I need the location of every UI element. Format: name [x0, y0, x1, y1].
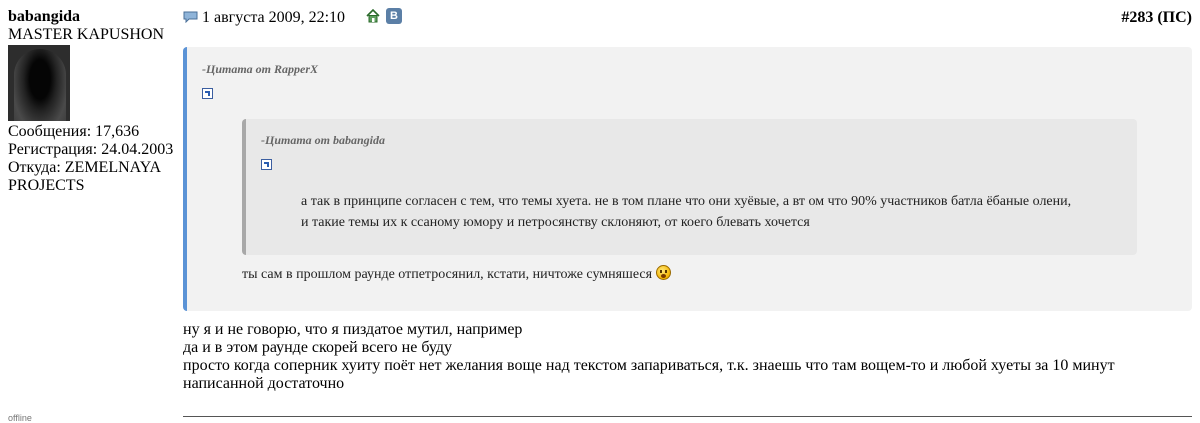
post-body-line: ну я и не говорю, что я пиздатое мутил, … [183, 321, 523, 338]
avatar-hood-image [14, 49, 66, 121]
user-registration-date: Регистрация: 24.04.2003 [8, 141, 174, 158]
quote-outer-reply-text: ты сам в прошлом раунде отпетросянил, кс… [242, 267, 653, 282]
user-title: MASTER KAPUSHON [8, 26, 165, 43]
post-number-suffix: ) [1186, 9, 1192, 26]
post-body-line: написанной достаточно [183, 375, 345, 392]
post-number-prefix: #283 ( [1121, 9, 1163, 26]
post-body-line: да и в этом раунде скорей всего не буду [183, 339, 452, 356]
post-number: #283 (ПС) [1121, 9, 1192, 27]
username[interactable]: babangida [8, 8, 180, 26]
user-sidebar: babangida MASTER KAPUSHON Сообщения: 17,… [8, 8, 180, 195]
post-body-line: просто когда соперник хуиту поёт нет жел… [183, 357, 1115, 374]
user-location: Откуда: ZEMELNAYA [8, 159, 162, 176]
post-body: ну я и не говорю, что я пиздатое мутил, … [183, 321, 1192, 393]
quote-outer-title: -Цитата от RapperX [202, 62, 319, 76]
user-stats: Сообщения: 17,636 Регистрация: 24.04.200… [8, 123, 180, 195]
quote-inner-title: -Цитата от babangida [261, 133, 386, 147]
quote-inner-line: а так в принципе согласен с тем, что тем… [301, 194, 1072, 209]
post-header: 1 августа 2009, 22:10 B #283 (ПС) [183, 8, 1192, 30]
user-status: offline [8, 413, 32, 423]
quote-inner: -Цитата от babangida а так в принципе со… [242, 119, 1137, 255]
quote-outer: -Цитата от RapperX -Цитата от babangida … [183, 47, 1192, 311]
post-icon [183, 11, 198, 23]
jump-to-post-icon[interactable] [202, 88, 213, 99]
user-posts-count: Сообщения: 17,636 [8, 123, 140, 140]
user-location-cont: PROJECTS [8, 177, 85, 194]
vk-icon[interactable]: B [386, 8, 402, 24]
quote-outer-reply: ты сам в прошлом раунде отпетросянил, кс… [242, 265, 672, 284]
post-number-link[interactable]: ПС [1163, 9, 1187, 26]
home-icon[interactable] [366, 9, 380, 23]
quote-inner-line: и такие темы их к ссаному юмору и петрос… [301, 215, 810, 230]
jump-to-post-icon[interactable] [261, 159, 272, 170]
quote-inner-text: а так в принципе согласен с тем, что тем… [301, 191, 1071, 233]
surprised-smiley-icon [656, 265, 672, 281]
post-date: 1 августа 2009, 22:10 [202, 9, 346, 26]
avatar[interactable] [8, 45, 70, 121]
post-divider [183, 416, 1192, 417]
